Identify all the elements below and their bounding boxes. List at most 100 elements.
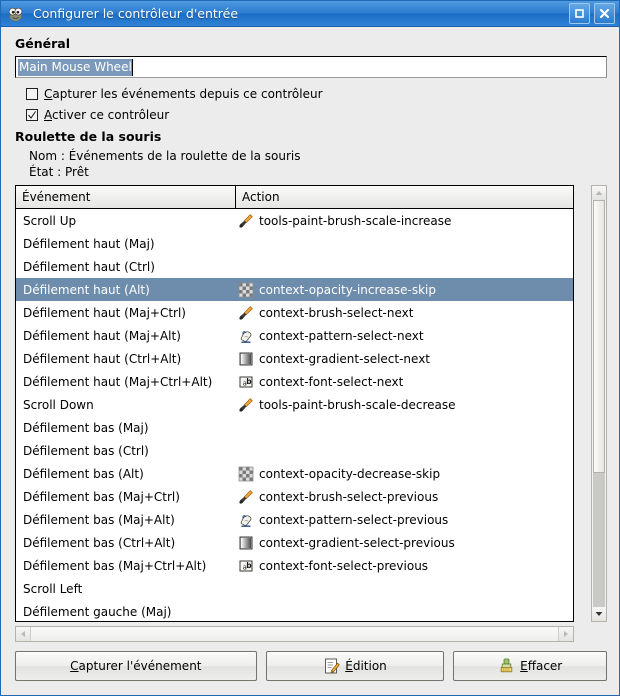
- event-table-body: Scroll Uptools-paint-brush-scale-increas…: [16, 209, 573, 622]
- enable-controller-label-rest: ctiver ce contrôleur: [52, 108, 169, 122]
- row-action-cell: [236, 259, 573, 275]
- table-row[interactable]: Défilement haut (Maj+Ctrl+Alt)abcontext-…: [16, 370, 573, 393]
- row-action-cell: [236, 420, 573, 436]
- enable-controller-checkbox[interactable]: [26, 109, 38, 121]
- vertical-scrollbar[interactable]: [591, 185, 607, 622]
- row-action-label: tools-paint-brush-scale-increase: [259, 214, 451, 228]
- row-event-cell: Défilement bas (Ctrl): [16, 444, 236, 458]
- svg-text:b: b: [246, 377, 252, 386]
- scroll-down-arrow-icon[interactable]: [592, 607, 606, 621]
- clear-mnemonic: E: [520, 659, 528, 673]
- table-row[interactable]: Scroll Left: [16, 577, 573, 600]
- table-row[interactable]: Défilement haut (Maj+Ctrl)context-brush-…: [16, 301, 573, 324]
- capture-events-label: Capturer les événements depuis ce contrô…: [44, 87, 323, 101]
- capture-event-button[interactable]: Capturer l'événement: [15, 651, 257, 681]
- row-event-cell: Défilement bas (Ctrl+Alt): [16, 536, 236, 550]
- table-row[interactable]: Défilement bas (Alt) context-opacity-decr…: [16, 462, 573, 485]
- row-action-cell: context-pattern-select-next: [236, 328, 573, 344]
- row-event-cell: Défilement bas (Alt): [16, 467, 236, 481]
- capture-events-checkbox-row[interactable]: Capturer les événements depuis ce contrô…: [26, 87, 607, 101]
- close-icon[interactable]: [594, 3, 615, 24]
- row-event-cell: Scroll Down: [16, 398, 236, 412]
- scroll-up-arrow-icon[interactable]: [592, 186, 606, 200]
- vertical-scrollbar-thumb[interactable]: [593, 200, 605, 473]
- paintbrush-icon: [238, 397, 254, 413]
- table-row[interactable]: Défilement gauche (Maj): [16, 600, 573, 622]
- table-row[interactable]: Défilement bas (Ctrl): [16, 439, 573, 462]
- vertical-scrollbar-trough[interactable]: [592, 200, 606, 607]
- row-action-label: context-opacity-decrease-skip: [259, 467, 440, 481]
- row-action-label: context-font-select-next: [259, 375, 403, 389]
- enable-controller-mnemonic: A: [44, 108, 52, 122]
- vertical-scrollbar-lower[interactable]: [593, 473, 605, 607]
- event-table-area: Événement Action Scroll Uptools-paint-br…: [15, 185, 607, 622]
- edit-button[interactable]: Édition: [266, 651, 445, 681]
- row-action-cell: context-pattern-select-previous: [236, 512, 573, 528]
- configure-input-controller-window: Configurer le contrôleur d'entrée Généra…: [0, 0, 620, 696]
- edit-button-label: Édition: [345, 659, 387, 673]
- table-row[interactable]: Défilement bas (Maj+Ctrl+Alt)abcontext-f…: [16, 554, 573, 577]
- gimp-wilber-icon: [7, 5, 25, 23]
- device-state-label: État :: [29, 165, 61, 179]
- checkerboard-icon: [238, 466, 254, 482]
- scroll-left-arrow-icon[interactable]: [16, 627, 30, 641]
- controller-name-input[interactable]: Main Mouse Wheel: [15, 56, 607, 78]
- table-row[interactable]: Défilement haut (Maj): [16, 232, 573, 255]
- row-action-cell: [236, 604, 573, 620]
- table-row[interactable]: Scroll Down tools-paint-brush-scale-decre…: [16, 393, 573, 416]
- device-name-value: Événements de la roulette de la souris: [69, 149, 301, 163]
- enable-controller-label: Activer ce contrôleur: [44, 108, 169, 122]
- clear-button[interactable]: Effacer: [453, 651, 607, 681]
- row-action-label: context-gradient-select-previous: [259, 536, 455, 550]
- edit-label-rest: dition: [353, 659, 387, 673]
- table-row[interactable]: Défilement bas (Maj): [16, 416, 573, 439]
- horizontal-scrollbar[interactable]: [15, 626, 574, 642]
- row-event-cell: Défilement haut (Maj): [16, 237, 236, 251]
- row-event-cell: Défilement gauche (Maj): [16, 605, 236, 619]
- maximize-icon[interactable]: [569, 3, 590, 24]
- row-action-label: context-gradient-select-next: [259, 352, 430, 366]
- row-action-label: context-font-select-previous: [259, 559, 428, 573]
- table-row[interactable]: Défilement bas (Maj+Ctrl)context-brush-s…: [16, 485, 573, 508]
- table-row[interactable]: Défilement bas (Maj+Alt)context-pattern-…: [16, 508, 573, 531]
- scroll-right-arrow-icon[interactable]: [559, 627, 573, 641]
- controller-name-value: Main Mouse Wheel: [18, 59, 133, 76]
- table-row[interactable]: Défilement haut (Alt)context-opacity-inc…: [16, 278, 573, 301]
- horizontal-scrollbar-trough[interactable]: [30, 627, 559, 641]
- capture-events-label-rest: apturer les événements depuis ce contrôl…: [52, 87, 322, 101]
- row-action-label: context-opacity-increase-skip: [259, 283, 436, 297]
- clear-label-rest: ffacer: [528, 659, 563, 673]
- row-event-cell: Défilement bas (Maj+Ctrl): [16, 490, 236, 504]
- table-row[interactable]: Défilement haut (Ctrl): [16, 255, 573, 278]
- checkerboard-icon: [238, 282, 254, 298]
- row-action-cell: tools-paint-brush-scale-increase: [236, 213, 573, 229]
- edit-mnemonic: É: [345, 659, 353, 673]
- event-table-header: Événement Action: [16, 186, 573, 209]
- capture-event-mnemonic: C: [70, 659, 78, 673]
- pattern-stamp-icon: [238, 328, 254, 344]
- row-action-cell: context-gradient-select-previous: [236, 535, 573, 551]
- table-row[interactable]: Défilement bas (Ctrl+Alt) context-gradien…: [16, 531, 573, 554]
- capture-event-button-label: Capturer l'événement: [70, 659, 201, 673]
- pattern-stamp-icon: [238, 512, 254, 528]
- row-event-cell: Scroll Left: [16, 582, 236, 596]
- row-action-cell: tools-paint-brush-scale-decrease: [236, 397, 573, 413]
- titlebar[interactable]: Configurer le contrôleur d'entrée: [1, 1, 619, 27]
- row-action-cell: context-gradient-select-next: [236, 351, 573, 367]
- row-action-label: tools-paint-brush-scale-decrease: [259, 398, 455, 412]
- event-table[interactable]: Événement Action Scroll Uptools-paint-br…: [15, 185, 574, 622]
- row-event-cell: Défilement haut (Maj+Ctrl+Alt): [16, 375, 236, 389]
- table-row[interactable]: Défilement haut (Maj+Alt)context-pattern…: [16, 324, 573, 347]
- table-row[interactable]: Scroll Uptools-paint-brush-scale-increas…: [16, 209, 573, 232]
- table-row[interactable]: Défilement haut (Ctrl+Alt)context-gradie…: [16, 347, 573, 370]
- row-event-cell: Défilement haut (Maj+Ctrl): [16, 306, 236, 320]
- row-action-label: context-pattern-select-next: [259, 329, 424, 343]
- row-action-cell: context-brush-select-next: [236, 305, 573, 321]
- column-header-action[interactable]: Action: [236, 186, 573, 208]
- device-name-label: Nom :: [29, 149, 65, 163]
- font-icon: ab: [238, 558, 254, 574]
- capture-events-checkbox[interactable]: [26, 88, 38, 100]
- column-header-event[interactable]: Événement: [16, 186, 236, 208]
- svg-text:b: b: [246, 561, 252, 570]
- enable-controller-checkbox-row[interactable]: Activer ce contrôleur: [26, 108, 607, 122]
